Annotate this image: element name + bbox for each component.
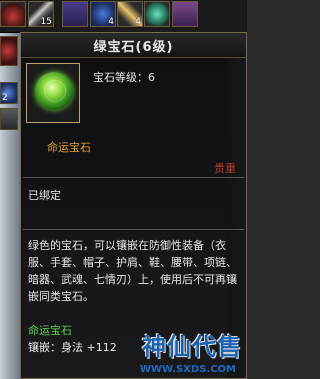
divider — [23, 229, 244, 230]
rarity-label: 贵重 — [214, 162, 236, 175]
inventory-slot-red-gem[interactable] — [0, 1, 26, 27]
side-slot-red-orb[interactable] — [0, 36, 18, 66]
slot-qty: 15 — [40, 17, 52, 27]
item-title: 绿宝石(6级) — [93, 40, 174, 55]
side-slot-misc[interactable] — [0, 108, 18, 130]
item-icon-frame — [26, 63, 80, 123]
inventory-slot-feather[interactable]: 4 — [117, 1, 143, 27]
inventory-slot-scroll[interactable] — [62, 1, 88, 27]
watermark-logo: 神仙代售 — [142, 333, 242, 361]
description-fate-label: 命运宝石 — [28, 324, 72, 337]
watermark-url: WWW.SXDS.COM — [139, 364, 236, 375]
inventory-slot-sword[interactable]: 15 — [28, 1, 54, 27]
fate-gem-label: 命运宝石 — [47, 141, 91, 154]
slot-qty: 2 — [2, 93, 8, 103]
bound-status: 已绑定 — [28, 189, 61, 202]
inventory-bar: 15 4 4 — [0, 0, 247, 33]
side-slot-blue-orb[interactable]: 2 — [0, 82, 18, 104]
divider — [23, 177, 244, 178]
slot-qty: 4 — [108, 17, 114, 27]
tooltip-title-bar: 绿宝石(6级) — [21, 33, 246, 58]
item-tooltip: 绿宝石(6级) 宝石等级：6 命运宝石 贵重 已绑定 绿色的宝石，可以镶嵌在防御… — [20, 32, 247, 379]
green-gem-icon — [35, 72, 73, 110]
inventory-slot-blue-potion[interactable]: 4 — [90, 1, 116, 27]
gem-level: 宝石等级：6 — [93, 71, 155, 84]
slot-qty: 4 — [135, 17, 141, 27]
inventory-slot-green-orb[interactable] — [144, 1, 170, 27]
item-description: 绿色的宝石，可以镶嵌在防御性装备（衣服、手套、帽子、护肩、鞋、腰带、项链、暗器、… — [28, 239, 237, 303]
inlay-effect: 镶嵌：身法 +112 — [28, 341, 117, 354]
inventory-slot-book[interactable] — [172, 1, 198, 27]
